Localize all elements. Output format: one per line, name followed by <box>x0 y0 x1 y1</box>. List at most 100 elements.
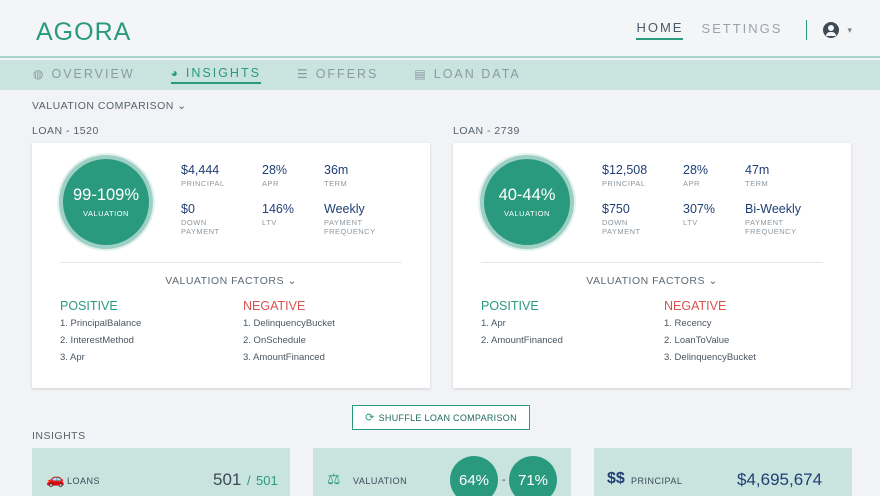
negative-factor: 3. AmountFinanced <box>243 352 325 363</box>
negative-heading: NEGATIVE <box>664 299 727 313</box>
insight-card-valuation: ⚖ VALUATION 64% - 71% <box>313 448 571 496</box>
stat-label: DOWN PAYMENT <box>602 218 641 236</box>
insight-value: $4,695,674 <box>737 470 823 489</box>
stat-down-payment: $750 DOWN PAYMENT <box>602 202 652 236</box>
positive-factor: 3. Apr <box>60 352 85 363</box>
chevron-down-icon[interactable]: ▾ <box>847 25 852 36</box>
top-nav: HOME SETTINGS ▾ <box>618 20 852 40</box>
loan-card: 40-44% VALUATION $12,508 PRINCIPAL 28% A… <box>453 143 851 388</box>
negative-factor: 1. DelinquencyBucket <box>243 318 335 329</box>
valuation-high-value: 71% <box>517 471 549 489</box>
valuation-label: VALUATION <box>83 209 129 218</box>
stat-ltv: 307% LTV <box>683 202 715 227</box>
insight-label: VALUATION <box>353 476 408 486</box>
negative-factor: 3. DelinquencyBucket <box>664 352 756 363</box>
stat-label: APR <box>262 179 279 188</box>
stat-label: TERM <box>324 179 348 188</box>
nav-settings[interactable]: SETTINGS <box>701 21 782 39</box>
stat-value: 47m <box>745 163 770 177</box>
tab-label: OFFERS <box>315 67 379 81</box>
stat-label: APR <box>683 179 700 188</box>
insight-separator: - <box>502 474 506 486</box>
nav-home[interactable]: HOME <box>636 20 684 40</box>
tab-loan-data[interactable]: ▤ LOAN DATA <box>414 67 520 83</box>
valuation-factors-toggle[interactable]: VALUATION FACTORS ⌄ <box>32 275 430 287</box>
user-menu[interactable]: ▾ <box>823 22 852 38</box>
section-title: VALUATION COMPARISON <box>32 100 174 112</box>
stat-value: $750 <box>602 202 630 216</box>
chevron-down-icon: ⌄ <box>177 100 187 112</box>
stat-label: DOWN PAYMENT <box>181 218 220 236</box>
loan-card: 99-109% VALUATION $4,444 PRINCIPAL 28% A… <box>32 143 430 388</box>
database-icon: ☰ <box>296 67 310 81</box>
insight-total: 501 <box>256 473 278 488</box>
stat-term: 36m TERM <box>324 163 348 188</box>
negative-heading: NEGATIVE <box>243 299 306 313</box>
positive-factor: 1. PrincipalBalance <box>60 318 142 329</box>
dashboard-icon: ◍ <box>33 67 46 81</box>
tab-label: LOAN DATA <box>433 67 521 81</box>
stat-label: PAYMENT FREQUENCY <box>745 218 797 236</box>
positive-heading: POSITIVE <box>60 299 118 313</box>
negative-factor: 1. Recency <box>664 318 712 329</box>
tab-insights[interactable]: ◕ INSIGHTS <box>170 66 261 84</box>
stat-label: PAYMENT FREQUENCY <box>324 218 376 236</box>
stat-value: Bi-Weekly <box>745 202 802 216</box>
stat-label: TERM <box>745 179 769 188</box>
pie-chart-icon: ◕ <box>170 66 180 80</box>
scale-icon: ⚖ <box>327 471 341 488</box>
valuation-low-badge: 64% <box>450 456 498 496</box>
button-label: SHUFFLE LOAN COMPARISON <box>378 412 517 423</box>
negative-factor: 2. LoanToValue <box>664 335 730 346</box>
insight-separator: / <box>247 473 251 488</box>
valuation-factors-toggle[interactable]: VALUATION FACTORS ⌄ <box>453 275 851 287</box>
agora-logo[interactable]: AGORA <box>36 18 131 47</box>
positive-factor: 2. AmountFinanced <box>481 335 563 346</box>
dollar-icon: $$ <box>607 470 625 487</box>
valuation-label: VALUATION <box>504 209 550 218</box>
nav-divider <box>806 20 808 40</box>
tab-overview[interactable]: ◍ OVERVIEW <box>33 67 135 83</box>
stat-payment-frequency: Weekly PAYMENT FREQUENCY <box>324 202 390 236</box>
negative-factor: 2. OnSchedule <box>243 335 306 346</box>
card-divider <box>481 262 823 263</box>
car-icon: 🚗 <box>46 471 65 488</box>
stat-value: $0 <box>181 202 195 216</box>
card-divider <box>60 262 402 263</box>
insight-card-loans: 🚗 LOANS 501 / 501 <box>32 448 290 496</box>
stat-payment-frequency: Bi-Weekly PAYMENT FREQUENCY <box>745 202 811 236</box>
stat-ltv: 146% LTV <box>262 202 294 227</box>
valuation-low-value: 64% <box>458 471 490 489</box>
tab-offers[interactable]: ☰ OFFERS <box>297 67 378 83</box>
stat-value: $12,508 <box>602 163 648 177</box>
stat-value: 307% <box>683 202 715 216</box>
stat-apr: 28% APR <box>683 163 708 188</box>
stat-apr: 28% APR <box>262 163 287 188</box>
positive-factor: 1. Apr <box>481 318 506 329</box>
stat-label: PRINCIPAL <box>181 179 225 188</box>
section-tabs: ◍ OVERVIEW ◕ INSIGHTS ☰ OFFERS ▤ LOAN DA… <box>0 60 880 90</box>
shuffle-loan-comparison-button[interactable]: ⟳ SHUFFLE LOAN COMPARISON <box>352 405 530 430</box>
insight-card-principal: $$ PRINCIPAL $4,695,674 <box>594 448 852 496</box>
valuation-comparison-toggle[interactable]: VALUATION COMPARISON ⌄ <box>32 100 187 112</box>
valuation-value: 40-44% <box>498 186 556 204</box>
loan-heading-2: LOAN - 2739 <box>453 125 520 137</box>
stat-principal: $12,508 PRINCIPAL <box>602 163 647 188</box>
stat-value: 36m <box>324 163 349 177</box>
stat-value: 146% <box>262 202 294 216</box>
valuation-high-badge: 71% <box>509 456 557 496</box>
valuation-gauge: 40-44% VALUATION <box>480 155 574 249</box>
stat-value: 28% <box>262 163 288 177</box>
insight-label: LOANS <box>67 476 101 486</box>
positive-factor: 2. InterestMethod <box>60 335 134 346</box>
document-icon: ▤ <box>414 67 428 81</box>
tab-label: INSIGHTS <box>185 66 261 80</box>
stat-label: PRINCIPAL <box>602 179 646 188</box>
top-bar: AGORA HOME SETTINGS ▾ <box>0 0 880 58</box>
valuation-gauge: 99-109% VALUATION <box>59 155 153 249</box>
loan-heading-1: LOAN - 1520 <box>32 125 99 137</box>
stat-label: LTV <box>262 218 277 227</box>
insight-value: 501 <box>213 470 242 489</box>
user-avatar-icon[interactable] <box>823 22 840 38</box>
stat-down-payment: $0 DOWN PAYMENT <box>181 202 231 236</box>
